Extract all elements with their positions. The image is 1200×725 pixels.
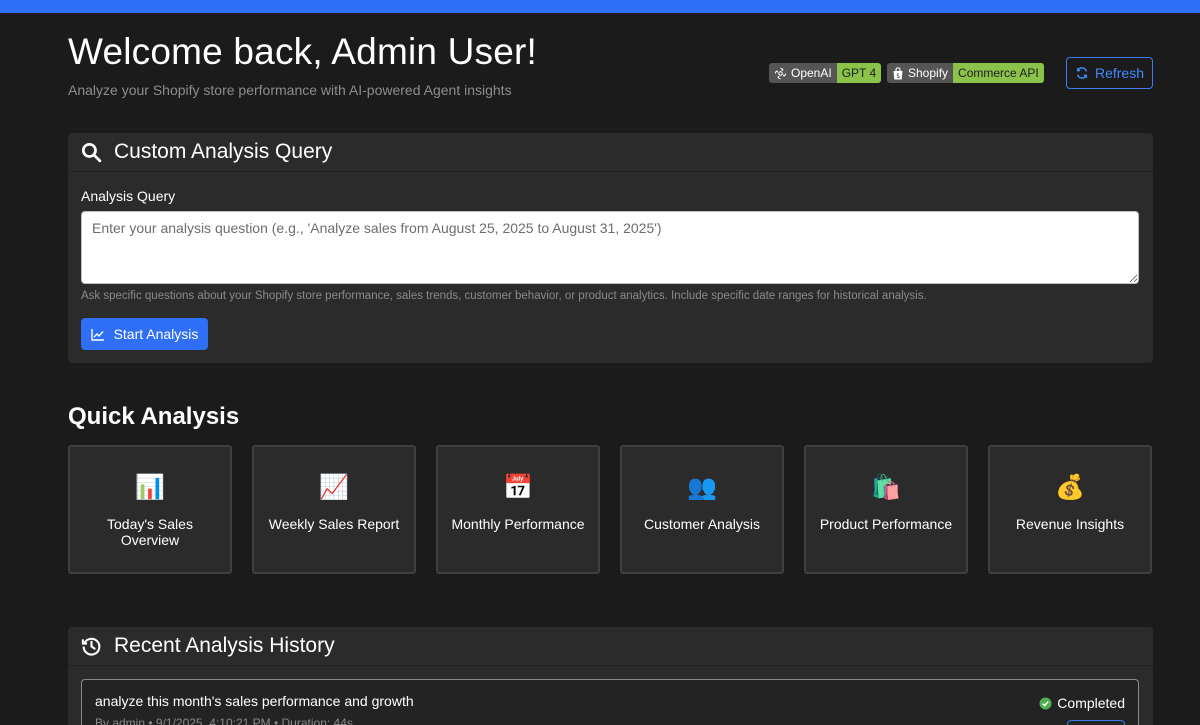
- page-title: Welcome back, Admin User!: [68, 31, 538, 72]
- openai-icon: [774, 67, 787, 79]
- shopping-bags-icon: 🛍️: [871, 474, 901, 501]
- tile-label: Weekly Sales Report: [268, 516, 400, 532]
- refresh-label: Refresh: [1094, 65, 1145, 81]
- analysis-history-panel: Recent Analysis History analyze this mon…: [68, 627, 1153, 725]
- tile-label: Monthly Performance: [451, 516, 585, 532]
- shopify-bag-icon: [893, 66, 903, 79]
- start-analysis-button[interactable]: Start Analysis: [81, 318, 208, 350]
- panel-title: Custom Analysis Query: [114, 140, 333, 163]
- history-query-text: analyze this month's sales performance a…: [95, 693, 414, 709]
- query-field-label: Analysis Query: [81, 188, 176, 204]
- badge-label: Shopify: [908, 66, 949, 80]
- quick-tile-revenue-insights[interactable]: 💰 Revenue Insights: [988, 445, 1152, 574]
- quick-tile-monthly-performance[interactable]: 📅 Monthly Performance: [436, 445, 600, 574]
- panel-header: Recent Analysis History: [68, 627, 1153, 666]
- quick-tile-weekly-sales[interactable]: 📈 Weekly Sales Report: [252, 445, 416, 574]
- history-meta: By admin • 9/1/2025, 4:10:21 PM • Durati…: [95, 716, 353, 725]
- refresh-button[interactable]: Refresh: [1066, 57, 1153, 89]
- users-icon: 👥: [687, 474, 717, 501]
- tile-label: Product Performance: [819, 516, 953, 532]
- openai-badge: OpenAI GPT 4: [769, 63, 882, 83]
- badge-value: Commerce API: [953, 63, 1044, 83]
- tile-label: Today's Sales Overview: [107, 516, 193, 548]
- quick-analysis-title: Quick Analysis: [68, 403, 240, 430]
- quick-tile-product-performance[interactable]: 🛍️ Product Performance: [804, 445, 968, 574]
- quick-tile-todays-sales[interactable]: 📊 Today's Sales Overview: [68, 445, 232, 574]
- history-icon: [81, 637, 101, 656]
- badge-value: GPT 4: [836, 63, 882, 83]
- analysis-query-input[interactable]: [81, 211, 1139, 284]
- tile-label: Revenue Insights: [1015, 516, 1125, 532]
- history-view-button[interactable]: [1067, 720, 1125, 725]
- shopify-badge: Shopify Commerce API: [887, 63, 1044, 83]
- trend-chart-icon: 📈: [319, 474, 349, 501]
- start-analysis-label: Start Analysis: [113, 326, 199, 342]
- custom-query-panel: Custom Analysis Query Analysis Query Ask…: [68, 133, 1153, 363]
- badge-label: OpenAI: [791, 66, 832, 80]
- status-label: Completed: [1057, 695, 1125, 711]
- status-badge: Completed: [1039, 695, 1125, 711]
- query-help-text: Ask specific questions about your Shopif…: [81, 290, 927, 302]
- money-bag-icon: 💰: [1055, 474, 1085, 501]
- top-accent-bar: [0, 0, 1200, 13]
- check-circle-icon: [1039, 696, 1052, 710]
- page-subtitle: Analyze your Shopify store performance w…: [68, 82, 512, 98]
- refresh-icon: [1076, 67, 1088, 79]
- panel-title: Recent Analysis History: [114, 634, 335, 657]
- tile-label: Customer Analysis: [644, 516, 760, 532]
- calendar-icon: 📅: [503, 474, 533, 501]
- search-icon: [81, 142, 102, 162]
- bar-chart-icon: 📊: [135, 474, 165, 501]
- quick-tile-customer-analysis[interactable]: 👥 Customer Analysis: [620, 445, 784, 574]
- line-chart-icon: [90, 328, 104, 341]
- history-item[interactable]: analyze this month's sales performance a…: [81, 679, 1139, 725]
- panel-header: Custom Analysis Query: [68, 133, 1153, 172]
